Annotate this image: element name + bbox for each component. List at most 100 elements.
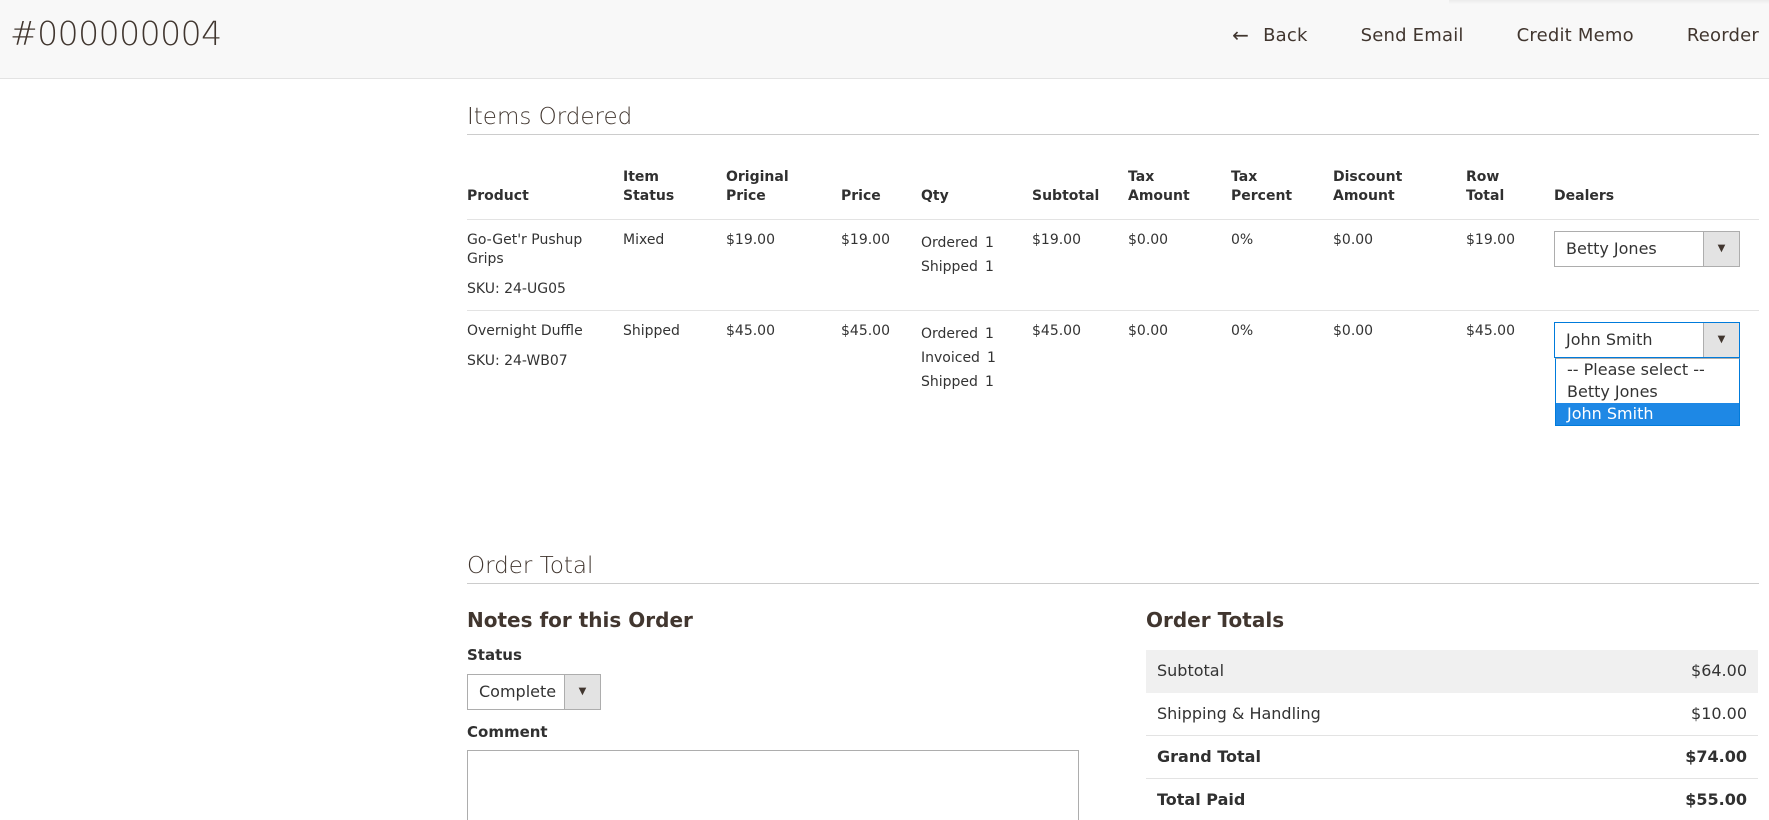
page-header: #000000004 ← Back Send Email Credit Memo… — [0, 0, 1769, 79]
qty-line: Shipped 1 — [921, 370, 996, 394]
qty-line: Ordered 1 — [921, 322, 996, 346]
tax-percent: 0% — [1231, 232, 1254, 248]
original-price: $19.00 — [726, 232, 775, 248]
original-price: $45.00 — [726, 323, 775, 339]
product-name: Go-Get'r Pushup Grips — [467, 231, 582, 269]
caret-down-icon: ▼ — [1703, 323, 1739, 357]
dealer-select[interactable]: John Smith ▼ — [1554, 322, 1740, 358]
column-header-original-price: Original Price — [726, 168, 789, 206]
totals-label: Subtotal — [1157, 661, 1225, 680]
column-header-product: Product — [467, 188, 529, 204]
order-status-value: Complete — [479, 682, 557, 701]
tax-amount: $0.00 — [1128, 232, 1169, 248]
totals-row-shipping: Shipping & Handling $10.00 — [1146, 693, 1758, 736]
caret-down-icon: ▼ — [564, 675, 600, 709]
header-actions: ← Back Send Email Credit Memo Reorder — [1179, 0, 1759, 70]
qty-line: Shipped 1 — [921, 255, 994, 279]
column-header-text: Item — [623, 169, 659, 185]
order-total-title: Order Total — [467, 553, 1759, 584]
product-name-line: Go-Get'r Pushup — [467, 232, 583, 248]
order-totals-title: Order Totals — [1146, 608, 1285, 632]
qty-label: Shipped — [921, 374, 978, 390]
column-header-row-total: Row Total — [1466, 168, 1504, 206]
dropdown-option[interactable]: Betty Jones — [1556, 381, 1739, 403]
price: $45.00 — [841, 323, 890, 339]
dropdown-option[interactable]: -- Please select -- — [1556, 359, 1739, 381]
subtotal: $45.00 — [1032, 323, 1081, 339]
reorder-button[interactable]: Reorder — [1687, 25, 1759, 46]
dealer-select-value: Betty Jones — [1566, 239, 1657, 258]
comment-textarea[interactable] — [467, 750, 1079, 820]
page-title: #000000004 — [10, 14, 222, 53]
column-header-text: Amount — [1128, 188, 1190, 204]
qty-label: Shipped — [921, 259, 978, 275]
price: $19.00 — [841, 232, 890, 248]
status-label: Status — [467, 646, 522, 664]
order-totals-table: Subtotal $64.00 Shipping & Handling $10.… — [1146, 650, 1758, 820]
notes-title: Notes for this Order — [467, 608, 693, 632]
dealer-select-value: John Smith — [1566, 330, 1653, 349]
totals-row-subtotal: Subtotal $64.00 — [1146, 650, 1758, 693]
send-email-button[interactable]: Send Email — [1361, 25, 1464, 46]
tax-amount: $0.00 — [1128, 323, 1169, 339]
caret-down-icon: ▼ — [1703, 232, 1739, 266]
column-header-text: Percent — [1231, 188, 1293, 204]
discount-amount: $0.00 — [1333, 232, 1374, 248]
qty-value: 1 — [984, 259, 994, 275]
qty-value: 1 — [984, 374, 994, 390]
back-button[interactable]: ← Back — [1232, 23, 1307, 47]
row-divider — [467, 310, 1759, 311]
column-header-tax-percent: Tax Percent — [1231, 168, 1292, 206]
qty-breakdown: Ordered 1 Invoiced 1 Shipped 1 — [921, 322, 996, 394]
totals-value: $55.00 — [1685, 790, 1747, 809]
product-name-line: Grips — [467, 251, 504, 267]
totals-value: $64.00 — [1691, 661, 1747, 680]
column-header-text: Original — [726, 169, 789, 185]
column-header-dealers: Dealers — [1554, 188, 1615, 204]
column-header-item-status: Item Status — [623, 168, 674, 206]
qty-line: Ordered 1 — [921, 231, 994, 255]
arrow-left-icon: ← — [1232, 23, 1250, 47]
column-header-subtotal: Subtotal — [1032, 188, 1100, 204]
discount-amount: $0.00 — [1333, 323, 1374, 339]
qty-value: 1 — [984, 235, 994, 251]
column-header-text: Amount — [1333, 188, 1395, 204]
totals-label: Shipping & Handling — [1157, 704, 1321, 723]
column-header-discount-amount: Discount Amount — [1333, 168, 1402, 206]
column-header-text: Price — [726, 188, 766, 204]
comment-label: Comment — [467, 723, 548, 741]
column-header-tax-amount: Tax Amount — [1128, 168, 1190, 206]
back-button-label: Back — [1263, 24, 1308, 46]
product-sku: SKU: 24-UG05 — [467, 281, 566, 297]
qty-value: 1 — [986, 350, 996, 366]
qty-label: Ordered — [921, 235, 978, 251]
order-status-select[interactable]: Complete ▼ — [467, 674, 601, 710]
qty-label: Ordered — [921, 326, 978, 342]
totals-value: $74.00 — [1685, 747, 1747, 766]
items-ordered-title: Items Ordered — [467, 104, 1759, 135]
item-status: Mixed — [623, 232, 665, 248]
dealer-select[interactable]: Betty Jones ▼ — [1554, 231, 1740, 267]
totals-row-grand-total: Grand Total $74.00 — [1146, 736, 1758, 779]
table-header-divider — [467, 219, 1759, 220]
product-sku: SKU: 24-WB07 — [467, 353, 568, 369]
credit-memo-button[interactable]: Credit Memo — [1517, 25, 1634, 46]
column-header-text: Tax — [1231, 169, 1258, 185]
tax-percent: 0% — [1231, 323, 1254, 339]
column-header-text: Discount — [1333, 169, 1403, 185]
subtotal: $19.00 — [1032, 232, 1081, 248]
column-header-text: Tax — [1128, 169, 1155, 185]
row-total: $45.00 — [1466, 323, 1515, 339]
totals-value: $10.00 — [1691, 704, 1747, 723]
qty-breakdown: Ordered 1 Shipped 1 — [921, 231, 994, 279]
qty-line: Invoiced 1 — [921, 346, 996, 370]
column-header-text: Row — [1466, 169, 1500, 185]
qty-value: 1 — [984, 326, 994, 342]
row-total: $19.00 — [1466, 232, 1515, 248]
column-header-text: Status — [623, 188, 675, 204]
product-name: Overnight Duffle — [467, 323, 583, 339]
totals-label: Total Paid — [1157, 790, 1246, 809]
totals-label: Grand Total — [1157, 747, 1261, 766]
dealer-dropdown-list: -- Please select -- Betty Jones John Smi… — [1555, 358, 1740, 426]
dropdown-option-selected[interactable]: John Smith — [1556, 403, 1739, 425]
